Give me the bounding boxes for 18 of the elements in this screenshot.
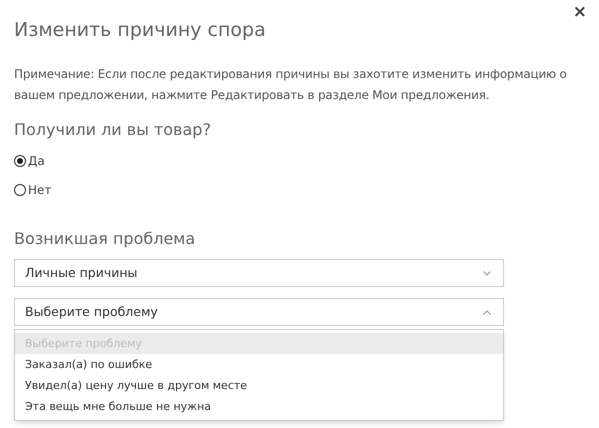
- radio-button[interactable]: [14, 184, 26, 196]
- close-button[interactable]: ×: [572, 4, 587, 21]
- dropdown-option[interactable]: Эта вещь мне больше не нужна: [15, 396, 503, 417]
- select-value: Личные причины: [25, 264, 138, 282]
- chevron-up-icon: [483, 310, 491, 314]
- select-dropdown[interactable]: Выберите проблему: [14, 298, 504, 326]
- section-heading: Возникшая проблема: [14, 228, 196, 250]
- chevron-down-icon: [483, 270, 491, 276]
- question-heading: Получили ли вы товар?: [14, 119, 212, 141]
- select-value: Выберите проблему: [25, 302, 158, 321]
- radio-option[interactable]: Да: [14, 146, 585, 175]
- dropdown-option[interactable]: Заказал(а) по ошибке: [15, 354, 503, 375]
- note-text: Примечание: Если после редактирования причины вы захотите изменить информацию о вашем предложении, нажмите Редактировать в разделе Мои предложения.: [14, 66, 568, 104]
- select-dropdown[interactable]: Личные причины: [14, 259, 504, 287]
- radio-button[interactable]: [14, 154, 26, 166]
- radio-option[interactable]: Нет: [14, 175, 585, 204]
- dropdown-option[interactable]: Увидел(а) цену лучше в другом месте: [15, 375, 503, 396]
- dialog-title: Изменить причину спора: [14, 18, 267, 43]
